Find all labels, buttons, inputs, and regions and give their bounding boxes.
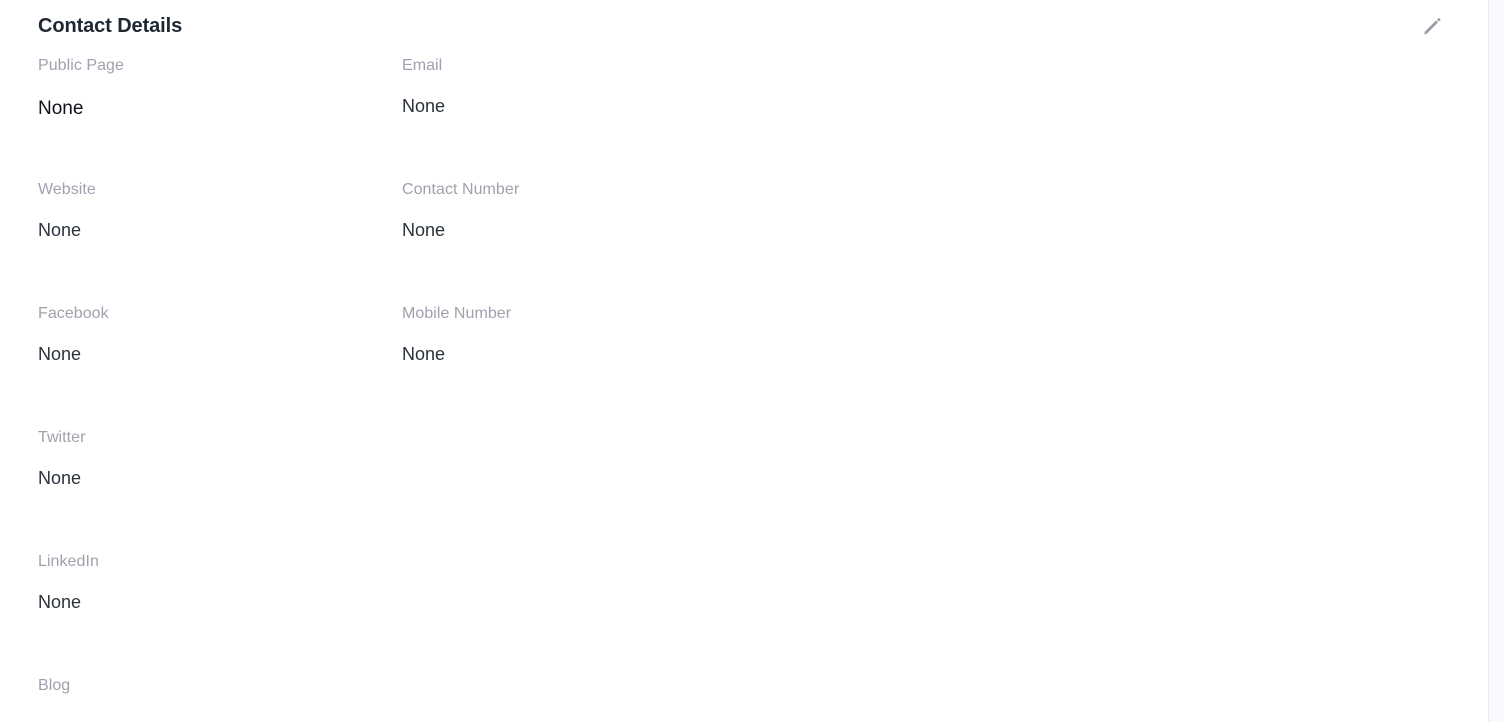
field-row: Website None Contact Number None — [0, 180, 1488, 304]
field-row: Twitter None — [0, 428, 1488, 552]
field-email: Email None — [402, 56, 747, 117]
field-label: Mobile Number — [402, 305, 512, 322]
field-row: Public Page None Email None — [0, 56, 1488, 180]
edit-contact-details-button[interactable] — [1416, 10, 1448, 42]
field-row: LinkedIn None — [0, 552, 1488, 676]
field-linkedin: LinkedIn None — [38, 552, 383, 613]
field-row: Facebook None Mobile Number None — [0, 304, 1488, 428]
field-row: Blog — [0, 676, 1488, 722]
field-value: None — [38, 592, 82, 612]
page-title: Contact Details — [38, 15, 183, 37]
field-blog: Blog — [38, 676, 383, 696]
field-twitter: Twitter None — [38, 428, 383, 489]
field-value: None — [38, 220, 82, 240]
pencil-icon — [1421, 15, 1443, 37]
field-value: None — [38, 468, 82, 488]
content-pane: Contact Details Public Page None Email N… — [0, 0, 1488, 722]
vertical-scrollbar[interactable] — [1488, 0, 1504, 722]
field-public-page: Public Page None — [38, 56, 383, 120]
field-label: Facebook — [38, 305, 109, 322]
field-mobile-number: Mobile Number None — [402, 304, 747, 365]
field-label: Blog — [38, 677, 71, 694]
field-facebook: Facebook None — [38, 304, 383, 365]
field-contact-number: Contact Number None — [402, 180, 747, 241]
field-label: Twitter — [38, 429, 86, 446]
field-label: Website — [38, 181, 96, 198]
field-website: Website None — [38, 180, 383, 241]
field-value: None — [38, 98, 84, 119]
panel-header: Contact Details — [0, 0, 1488, 56]
contact-details-panel: Contact Details Public Page None Email N… — [0, 0, 1504, 722]
field-value: None — [402, 344, 446, 364]
field-label: Email — [402, 57, 443, 74]
field-value: None — [402, 220, 446, 240]
field-value: None — [38, 344, 82, 364]
field-label: LinkedIn — [38, 553, 99, 570]
field-label: Contact Number — [402, 181, 520, 198]
contact-fields-grid: Public Page None Email None Website None… — [0, 56, 1488, 722]
field-label: Public Page — [38, 57, 124, 74]
field-value: None — [402, 96, 446, 116]
